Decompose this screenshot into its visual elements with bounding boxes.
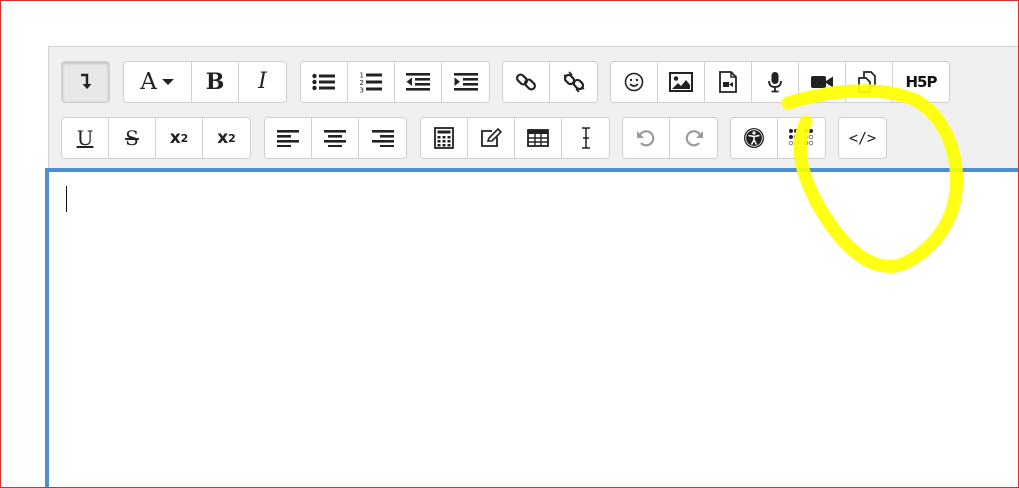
microphone-icon	[768, 72, 782, 93]
link-group	[502, 61, 598, 103]
h5p-button[interactable]: H5P	[893, 62, 949, 102]
toolbar-toggle-button[interactable]	[62, 62, 109, 102]
numbered-list-icon: 1 2 3	[360, 72, 382, 94]
strikethrough-button[interactable]: S	[109, 118, 156, 158]
calculator-icon	[434, 127, 454, 149]
table-icon	[527, 129, 549, 147]
align-center-button[interactable]	[312, 118, 359, 158]
subscript-2-label: 2	[180, 131, 189, 145]
equation-button[interactable]	[421, 118, 468, 158]
media-group: H5P	[610, 61, 950, 103]
undo-icon	[637, 130, 655, 147]
outdent-button[interactable]	[395, 62, 442, 102]
pencil-square-icon	[481, 128, 502, 147]
smiley-icon	[624, 72, 644, 92]
ordered-list-button[interactable]: 1 2 3	[348, 62, 395, 102]
text-cursor-icon	[581, 127, 590, 149]
align-left-icon	[277, 130, 299, 147]
superscript-x-label: x	[217, 127, 229, 148]
accessibility-checker-button[interactable]	[731, 118, 778, 158]
subscript-x-label: x	[169, 127, 181, 148]
bullet-list-icon	[312, 73, 335, 91]
h5p-label: H5P	[905, 73, 938, 91]
image-icon	[669, 72, 693, 92]
clear-formatting-button[interactable]	[562, 118, 609, 158]
indent-icon	[453, 73, 478, 91]
editor-toolbar: A B I 1 2 3 H5P U S x 2 x 2 </>	[48, 46, 1019, 168]
record-audio-button[interactable]	[752, 62, 799, 102]
accessibility-group	[730, 117, 826, 159]
files-icon	[858, 71, 876, 93]
manage-files-button[interactable]	[846, 62, 893, 102]
redo-icon	[685, 130, 703, 147]
font-style-label: A	[140, 68, 157, 95]
html-source-button[interactable]: </>	[839, 118, 886, 158]
text-caret	[66, 186, 67, 212]
history-group	[622, 117, 718, 159]
arrow-down-turn-icon	[80, 73, 91, 89]
link-icon	[515, 73, 537, 91]
underline-label: U	[76, 126, 94, 150]
media-file-icon	[719, 71, 737, 93]
table-button[interactable]	[515, 118, 562, 158]
superscript-2-label: 2	[228, 131, 236, 145]
align-right-button[interactable]	[359, 118, 406, 158]
toolbar-toggle-group	[61, 61, 110, 103]
font-decoration-group: U S x2 x2	[61, 117, 251, 159]
superscript-button[interactable]: x2	[203, 118, 250, 158]
unlink-icon	[563, 71, 584, 93]
strikethrough-label: S	[125, 126, 139, 150]
align-center-icon	[324, 130, 346, 147]
braille-icon	[788, 129, 813, 146]
italic-button[interactable]: I	[239, 62, 286, 102]
insert-group	[420, 117, 610, 159]
unlink-button[interactable]	[550, 62, 597, 102]
redo-button[interactable]	[670, 118, 717, 158]
link-button[interactable]	[503, 62, 550, 102]
screenreader-helper-button[interactable]	[778, 118, 825, 158]
code-icon: </>	[848, 129, 877, 147]
record-video-button[interactable]	[799, 62, 846, 102]
accessibility-icon	[744, 128, 764, 148]
media-button[interactable]	[705, 62, 752, 102]
emoticon-button[interactable]	[611, 62, 658, 102]
special-character-button[interactable]	[468, 118, 515, 158]
text-style-group: A B I	[123, 61, 287, 103]
subscript-button[interactable]: x2	[156, 118, 203, 158]
align-right-icon	[371, 130, 394, 147]
bold-button[interactable]: B	[192, 62, 239, 102]
outdent-icon	[406, 73, 430, 91]
align-left-button[interactable]	[265, 118, 312, 158]
indent-button[interactable]	[442, 62, 489, 102]
source-group: </>	[838, 117, 887, 159]
list-num-3: 3	[360, 87, 364, 94]
rich-text-editor: A B I 1 2 3 H5P U S x 2 x 2 </>	[45, 46, 1019, 488]
video-camera-icon	[811, 76, 833, 88]
editor-content-area[interactable]	[45, 168, 1019, 488]
caret-down-icon	[161, 79, 174, 85]
font-style-button[interactable]: A	[124, 62, 192, 102]
italic-label: I	[258, 69, 267, 94]
underline-button[interactable]: U	[62, 118, 109, 158]
list-group: 1 2 3	[300, 61, 490, 103]
bold-label: B	[205, 69, 225, 95]
undo-button[interactable]	[623, 118, 670, 158]
image-button[interactable]	[658, 62, 705, 102]
unordered-list-button[interactable]	[301, 62, 348, 102]
alignment-group	[264, 117, 407, 159]
